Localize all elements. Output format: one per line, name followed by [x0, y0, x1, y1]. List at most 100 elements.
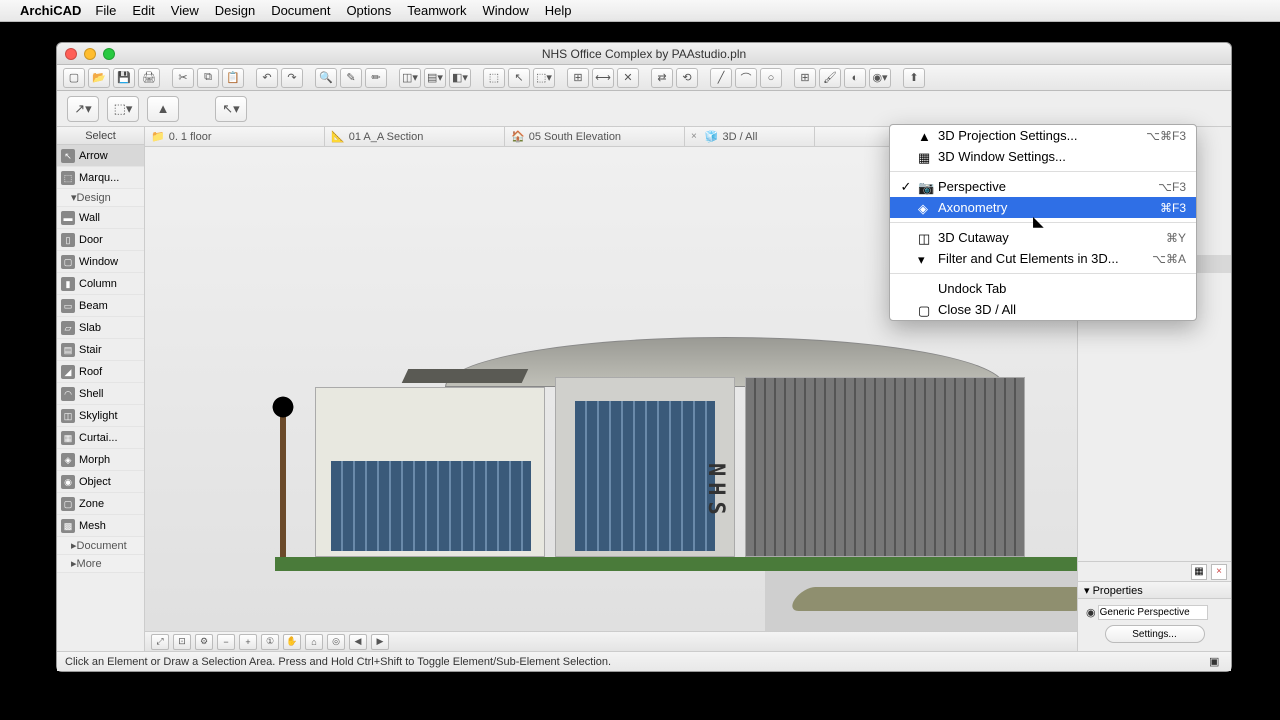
app-name[interactable]: ArchiCAD [20, 3, 81, 18]
new-file-icon[interactable]: ▢ [63, 68, 85, 88]
layer-icon[interactable]: ◫▾ [399, 68, 421, 88]
ctx-undock-tab[interactable]: Undock Tab [890, 278, 1196, 299]
rotate-icon[interactable]: ⟲ [676, 68, 698, 88]
cursor-icon[interactable]: ↖▾ [215, 96, 247, 122]
menu-teamwork[interactable]: Teamwork [407, 3, 466, 18]
ctx-3d-projection-settings[interactable]: ▲3D Projection Settings...⌥⌘F3 [890, 125, 1196, 146]
tool-door[interactable]: ▯Door [57, 229, 144, 251]
menu-document[interactable]: Document [271, 3, 330, 18]
ctx-perspective[interactable]: ✓📷Perspective⌥F3 [890, 176, 1196, 197]
toolbox-document-group[interactable]: ▸ Document [57, 537, 144, 555]
orbit-icon[interactable]: ⤢ [151, 634, 169, 650]
copy-icon[interactable]: ⧉ [197, 68, 219, 88]
pan-icon[interactable]: ✋ [283, 634, 301, 650]
mirror-icon[interactable]: ⇄ [651, 68, 673, 88]
measure-icon[interactable]: ✎ [340, 68, 362, 88]
zoom100-icon[interactable]: ① [261, 634, 279, 650]
render-icon[interactable]: ◐ [844, 68, 866, 88]
magic-wand-icon[interactable]: ▲ [147, 96, 179, 122]
tab-close-icon[interactable]: × [691, 131, 697, 142]
menu-view[interactable]: View [171, 3, 199, 18]
ctx-3d-cutaway[interactable]: ◫3D Cutaway⌘Y [890, 227, 1196, 248]
tool-arrow[interactable]: ↖Arrow [57, 145, 144, 167]
style-icon[interactable]: ◉▾ [869, 68, 891, 88]
tool-column[interactable]: ▮Column [57, 273, 144, 295]
zoomin-icon[interactable]: + [239, 634, 257, 650]
edit-icon[interactable]: ✏ [365, 68, 387, 88]
properties-header[interactable]: ▾ Properties [1078, 581, 1231, 599]
menu-file[interactable]: File [95, 3, 116, 18]
dimension-icon[interactable]: ⟷ [592, 68, 614, 88]
grid-icon[interactable]: ⊞ [794, 68, 816, 88]
tab-elevation[interactable]: 🏠05 South Elevation [505, 127, 685, 146]
tool-slab[interactable]: ▱Slab [57, 317, 144, 339]
status-icon[interactable]: ▣ [1209, 652, 1223, 671]
zoomout-icon[interactable]: − [217, 634, 235, 650]
save-icon[interactable]: 💾 [113, 68, 135, 88]
print-icon[interactable]: 🖨 [138, 68, 160, 88]
tool-object[interactable]: ◉Object [57, 471, 144, 493]
fit-icon[interactable]: ⊡ [173, 634, 191, 650]
target-icon[interactable]: ◎ [327, 634, 345, 650]
menu-options[interactable]: Options [346, 3, 391, 18]
section-icon: 📐 [331, 130, 345, 143]
material-icon[interactable]: ◧▾ [449, 68, 471, 88]
tab-floor[interactable]: 📁0. 1 floor [145, 127, 325, 146]
tab-3d[interactable]: ×🧊3D / All [685, 127, 815, 146]
home-icon[interactable]: ⌂ [305, 634, 323, 650]
ctx-3d-window-settings[interactable]: ▦3D Window Settings... [890, 146, 1196, 167]
zoom-icon[interactable]: 🔍 [315, 68, 337, 88]
settings-button[interactable]: Settings... [1105, 625, 1205, 643]
color-icon[interactable]: 🖌 [819, 68, 841, 88]
tool-curtainwall[interactable]: ▦Curtai... [57, 427, 144, 449]
trace-icon[interactable]: ⊞ [567, 68, 589, 88]
tool-skylight[interactable]: ◫Skylight [57, 405, 144, 427]
tab-section[interactable]: 📐01 A_A Section [325, 127, 505, 146]
fill-icon[interactable]: ▤▾ [424, 68, 446, 88]
tool-roof[interactable]: ◢Roof [57, 361, 144, 383]
nav-close-icon[interactable]: × [1211, 564, 1227, 580]
menu-help[interactable]: Help [545, 3, 572, 18]
circle-icon[interactable]: ○ [760, 68, 782, 88]
menu-edit[interactable]: Edit [132, 3, 154, 18]
next-view-icon[interactable]: ▶ [371, 634, 389, 650]
select-icon[interactable]: ⬚ [483, 68, 505, 88]
cut-icon[interactable]: ✂ [172, 68, 194, 88]
ctx-filter-cut[interactable]: ▾Filter and Cut Elements in 3D...⌥⌘A [890, 248, 1196, 269]
titlebar[interactable]: NHS Office Complex by PAAstudio.pln [57, 43, 1231, 65]
prop-value-input[interactable] [1098, 605, 1208, 620]
tool-zone[interactable]: ▢Zone [57, 493, 144, 515]
prev-view-icon[interactable]: ◀ [349, 634, 367, 650]
macos-menubar[interactable]: ArchiCAD File Edit View Design Document … [0, 0, 1280, 22]
arc-icon[interactable]: ⌒ [735, 68, 757, 88]
arrow-icon[interactable]: ↖ [508, 68, 530, 88]
marquee-icon[interactable]: ⬚▾ [533, 68, 555, 88]
tool-shell[interactable]: ◠Shell [57, 383, 144, 405]
tool-window[interactable]: ▢Window [57, 251, 144, 273]
mesh-icon: ▩ [61, 519, 75, 533]
ctx-axonometry[interactable]: ◈Axonometry⌘F3 [890, 197, 1196, 218]
tool-marquee[interactable]: ⬚Marqu... [57, 167, 144, 189]
toolbox-more-group[interactable]: ▸ More [57, 555, 144, 573]
undo-icon[interactable]: ↶ [256, 68, 278, 88]
open-file-icon[interactable]: 📂 [88, 68, 110, 88]
crop-icon[interactable]: ✕ [617, 68, 639, 88]
menu-design[interactable]: Design [215, 3, 255, 18]
tool-morph[interactable]: ◈Morph [57, 449, 144, 471]
line-icon[interactable]: ╱ [710, 68, 732, 88]
publish-icon[interactable]: ⬆ [903, 68, 925, 88]
marquee-tool-icon: ⬚ [61, 171, 75, 185]
nav-settings-icon[interactable]: ▦ [1191, 564, 1207, 580]
toolbox-design-header[interactable]: ▾ Design [57, 189, 144, 207]
menu-window[interactable]: Window [483, 3, 529, 18]
redo-icon[interactable]: ↷ [281, 68, 303, 88]
tool-stair[interactable]: ▤Stair [57, 339, 144, 361]
paste-icon[interactable]: 📋 [222, 68, 244, 88]
selection-mode-icon[interactable]: ↗▾ [67, 96, 99, 122]
tool-wall[interactable]: ▬Wall [57, 207, 144, 229]
options-icon[interactable]: ⚙ [195, 634, 213, 650]
ctx-close-3d[interactable]: ▢Close 3D / All [890, 299, 1196, 320]
tool-mesh[interactable]: ▩Mesh [57, 515, 144, 537]
tool-beam[interactable]: ▭Beam [57, 295, 144, 317]
marquee-mode-icon[interactable]: ⬚▾ [107, 96, 139, 122]
